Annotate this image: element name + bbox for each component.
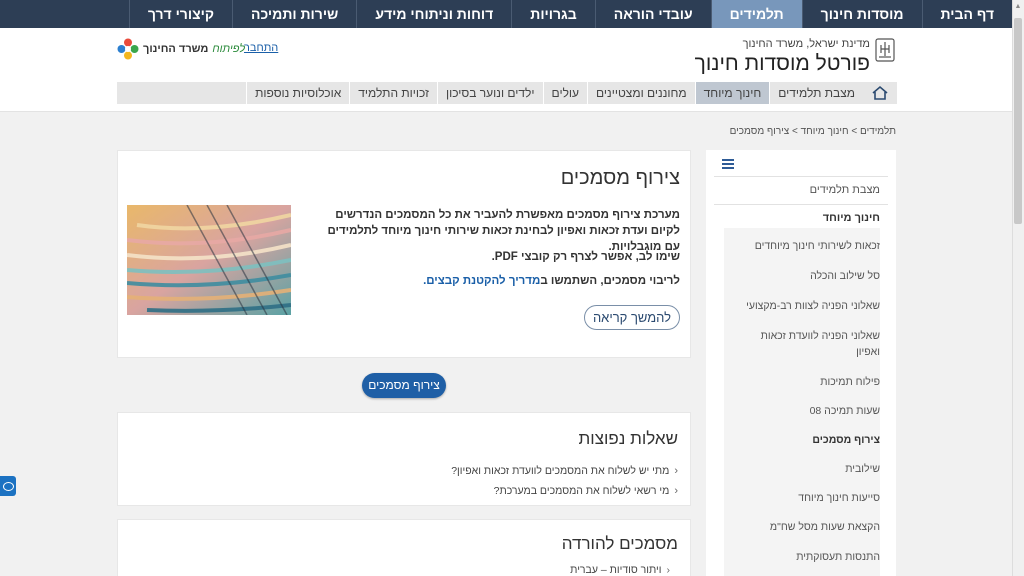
login-link[interactable]: התחבר [244,42,278,54]
scroll-up-icon[interactable]: ▲ [1014,2,1022,12]
read-more-button[interactable]: להמשך קריאה [584,305,680,330]
sidebar-submenu: זכאות לשירותי חינוך מיוחדים סל שילוב והכל… [724,228,880,576]
sub-nav-item[interactable]: ילדים ונוער בסיכון [436,82,543,104]
intro-card: צירוף מסמכים מערכת צירוף מסמכים מאפשרת ל… [117,150,691,358]
faq-question[interactable]: ‹ מתי יש לשלוח את המסמכים לוועדת זכאות וא… [451,465,678,477]
state-name: מדינת ישראל, משרד החינוך [742,38,870,50]
site-header: מדינת ישראל, משרד החינוך פורטל מוסדות חי… [0,28,1012,112]
sidebar-submenu-item[interactable]: שאלוני הפניה לצוות רב-מקצועי [738,298,880,314]
top-navigation: דף הבית מוסדות חינוך תלמידים עובדי הוראה בגר… [0,0,1012,28]
chevron-left-icon: ‹ [674,485,678,497]
faq-title: שאלות נפוצות [578,429,678,448]
faq-card: שאלות נפוצות ‹ מתי יש לשלוח את המסמכים לו… [117,412,691,506]
breadcrumb[interactable]: תלמידים > חינוך מיוחד > צירוף מסמכים [730,126,896,137]
top-nav-item[interactable]: שירות ותמיכה [232,0,356,28]
faq-question[interactable]: ‹ מי רשאי לשלוח את המסמכים במערכת? [494,485,678,497]
faq-question-text: מי רשאי לשלוח את המסמכים במערכת? [493,485,670,497]
sidebar-section-title[interactable]: חינוך מיוחד [823,212,880,224]
download-item[interactable]: ‹ ויתור סודיות – עברית [570,564,670,576]
top-nav-item[interactable]: דף הבית [921,0,1012,28]
download-item-text: ויתור סודיות – עברית [570,564,662,576]
compress-note-prefix: לריבוי מסמכים, השתמשו ב [540,275,680,287]
sidebar-submenu-item[interactable]: שעות תמיכה 08 [738,403,880,419]
documents-photo [127,205,291,315]
sidebar-divider [714,204,888,205]
sidebar-submenu-item[interactable]: סייעות חינוך מיוחד [738,490,880,506]
sidebar-divider [714,176,888,177]
sidebar-submenu-item[interactable]: הקצאת שעות מסל שח"מ [738,519,880,535]
sidebar-submenu-item[interactable]: זכאות לשירותי חינוך מיוחדים [738,238,880,254]
ministry-logo[interactable]: לפיתוח משרד החינוך [117,38,245,60]
top-nav-item[interactable]: בגרויות [511,0,594,28]
downloads-title: מסמכים להורדה [561,534,678,553]
sub-nav-item[interactable]: אוכלוסיות נוספות [246,82,349,104]
top-nav-item[interactable]: קיצורי דרך [128,0,232,28]
remote-support-icon[interactable] [0,476,16,496]
ministry-logo-text: משרד החינוך [143,43,209,55]
sub-navigation-items: מצבת תלמידים חינוך מיוחד מחוננים ומצטיינים… [246,82,863,104]
faq-question-text: מתי יש לשלוח את המסמכים לוועדת זכאות ואפ… [451,465,670,477]
compress-guide-link[interactable]: מדריך להקטנת קבצים. [423,275,540,287]
menu-icon[interactable] [722,159,734,169]
sidebar-submenu-item[interactable]: סל שילוב והכלה [738,268,880,284]
portal-title[interactable]: פורטל מוסדות חינוך [695,52,870,76]
top-nav-item[interactable]: תלמידים [710,0,802,28]
sub-nav-item[interactable]: מחוננים ומצטיינים [587,82,695,104]
sub-nav-item[interactable]: חינוך מיוחד [694,82,770,104]
home-button[interactable] [863,82,897,104]
sidebar-submenu-item[interactable]: התנסות תעסוקתית [738,549,880,565]
state-emblem-icon [875,38,895,62]
sub-nav-item[interactable]: זכויות התלמיד [349,82,437,104]
scrollbar-thumb[interactable] [1014,18,1022,224]
sub-nav-item[interactable]: עולים [542,82,587,104]
top-navigation-items: דף הבית מוסדות חינוך תלמידים עובדי הוראה בגר… [128,0,1012,28]
ministry-logo-script: לפיתוח [212,43,246,55]
sidebar: מצבת תלמידים חינוך מיוחד זכאות לשירותי ח… [706,150,896,576]
sidebar-submenu-item[interactable]: שאלוני הפניה לוועדת זכאות ואפיון [738,328,880,360]
page-title: צירוף מסמכים [560,167,680,189]
top-nav-item[interactable]: דוחות וניתוחי מידע [356,0,511,28]
sub-nav-item[interactable]: מצבת תלמידים [769,82,863,104]
downloads-card: מסמכים להורדה ‹ ויתור סודיות – עברית [117,519,691,576]
compress-note: לריבוי מסמכים, השתמשו במדריך להקטנת קבצי… [320,273,680,289]
attach-documents-button[interactable]: צירוף מסמכים [362,373,446,398]
chevron-left-icon: ‹ [666,564,671,576]
intro-paragraph: מערכת צירוף מסמכים מאפשרת להעביר את כל ה… [327,209,680,253]
ministry-flower-icon [117,38,139,60]
sub-navigation: מצבת תלמידים חינוך מיוחד מחוננים ומצטיינים… [117,82,897,104]
pdf-note: שימו לב, אפשר לצרף רק קובצי PDF. [491,251,680,263]
home-icon [872,85,888,100]
top-nav-item[interactable]: מוסדות חינוך [801,0,922,28]
page-scrollbar[interactable]: ▲ [1012,0,1024,576]
sidebar-submenu-item[interactable]: שילובית [738,461,880,477]
chevron-left-icon: ‹ [674,465,678,477]
sidebar-link-students[interactable]: מצבת תלמידים [810,184,880,196]
sidebar-submenu-item[interactable]: צירוף מסמכים [738,432,880,448]
top-nav-item[interactable]: עובדי הוראה [594,0,711,28]
sidebar-submenu-item[interactable]: פילוח תמיכות [738,374,880,390]
